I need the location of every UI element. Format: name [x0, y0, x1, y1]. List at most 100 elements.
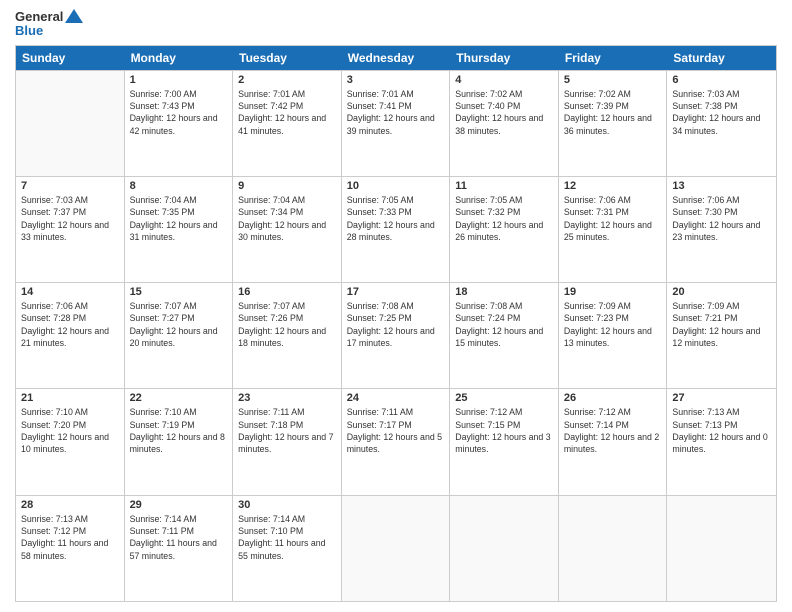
day-number: 22 [130, 392, 228, 404]
day-number: 28 [21, 499, 119, 511]
cell-info: Sunrise: 7:05 AMSunset: 7:32 PMDaylight:… [455, 194, 553, 243]
calendar-body: 1 Sunrise: 7:00 AMSunset: 7:43 PMDayligh… [16, 70, 776, 601]
cal-cell [667, 496, 776, 601]
day-number: 13 [672, 180, 771, 192]
day-number: 8 [130, 180, 228, 192]
page: General Blue SundayMondayTuesdayWednesda… [0, 0, 792, 612]
cal-cell [342, 496, 451, 601]
day-number: 12 [564, 180, 662, 192]
day-number: 23 [238, 392, 336, 404]
day-number: 10 [347, 180, 445, 192]
cal-week-1: 7 Sunrise: 7:03 AMSunset: 7:37 PMDayligh… [16, 176, 776, 282]
cell-info: Sunrise: 7:09 AMSunset: 7:23 PMDaylight:… [564, 300, 662, 349]
day-number: 7 [21, 180, 119, 192]
cal-week-2: 14 Sunrise: 7:06 AMSunset: 7:28 PMDaylig… [16, 282, 776, 388]
cell-info: Sunrise: 7:04 AMSunset: 7:34 PMDaylight:… [238, 194, 336, 243]
cal-cell: 19 Sunrise: 7:09 AMSunset: 7:23 PMDaylig… [559, 283, 668, 388]
cell-info: Sunrise: 7:06 AMSunset: 7:30 PMDaylight:… [672, 194, 771, 243]
header-day-thursday: Thursday [450, 46, 559, 70]
logo-icon [65, 9, 83, 23]
cell-info: Sunrise: 7:01 AMSunset: 7:41 PMDaylight:… [347, 88, 445, 137]
cell-info: Sunrise: 7:09 AMSunset: 7:21 PMDaylight:… [672, 300, 771, 349]
day-number: 1 [130, 74, 228, 86]
cal-cell: 3 Sunrise: 7:01 AMSunset: 7:41 PMDayligh… [342, 71, 451, 176]
cell-info: Sunrise: 7:08 AMSunset: 7:25 PMDaylight:… [347, 300, 445, 349]
cell-info: Sunrise: 7:07 AMSunset: 7:27 PMDaylight:… [130, 300, 228, 349]
cal-cell: 20 Sunrise: 7:09 AMSunset: 7:21 PMDaylig… [667, 283, 776, 388]
cell-info: Sunrise: 7:04 AMSunset: 7:35 PMDaylight:… [130, 194, 228, 243]
cell-info: Sunrise: 7:11 AMSunset: 7:18 PMDaylight:… [238, 406, 336, 455]
cal-cell: 21 Sunrise: 7:10 AMSunset: 7:20 PMDaylig… [16, 389, 125, 494]
cal-cell: 4 Sunrise: 7:02 AMSunset: 7:40 PMDayligh… [450, 71, 559, 176]
cal-cell: 17 Sunrise: 7:08 AMSunset: 7:25 PMDaylig… [342, 283, 451, 388]
day-number: 17 [347, 286, 445, 298]
day-number: 24 [347, 392, 445, 404]
day-number: 11 [455, 180, 553, 192]
cell-info: Sunrise: 7:13 AMSunset: 7:13 PMDaylight:… [672, 406, 771, 455]
cal-cell: 25 Sunrise: 7:12 AMSunset: 7:15 PMDaylig… [450, 389, 559, 494]
cell-info: Sunrise: 7:05 AMSunset: 7:33 PMDaylight:… [347, 194, 445, 243]
cell-info: Sunrise: 7:03 AMSunset: 7:38 PMDaylight:… [672, 88, 771, 137]
day-number: 18 [455, 286, 553, 298]
cal-cell: 12 Sunrise: 7:06 AMSunset: 7:31 PMDaylig… [559, 177, 668, 282]
header: General Blue [15, 10, 777, 39]
cell-info: Sunrise: 7:14 AMSunset: 7:10 PMDaylight:… [238, 513, 336, 562]
day-number: 3 [347, 74, 445, 86]
cell-info: Sunrise: 7:06 AMSunset: 7:31 PMDaylight:… [564, 194, 662, 243]
cal-cell: 18 Sunrise: 7:08 AMSunset: 7:24 PMDaylig… [450, 283, 559, 388]
cell-info: Sunrise: 7:12 AMSunset: 7:15 PMDaylight:… [455, 406, 553, 455]
cal-cell: 1 Sunrise: 7:00 AMSunset: 7:43 PMDayligh… [125, 71, 234, 176]
cell-info: Sunrise: 7:07 AMSunset: 7:26 PMDaylight:… [238, 300, 336, 349]
cal-cell: 22 Sunrise: 7:10 AMSunset: 7:19 PMDaylig… [125, 389, 234, 494]
header-day-saturday: Saturday [667, 46, 776, 70]
cal-cell: 11 Sunrise: 7:05 AMSunset: 7:32 PMDaylig… [450, 177, 559, 282]
cal-cell: 30 Sunrise: 7:14 AMSunset: 7:10 PMDaylig… [233, 496, 342, 601]
cal-cell: 2 Sunrise: 7:01 AMSunset: 7:42 PMDayligh… [233, 71, 342, 176]
day-number: 27 [672, 392, 771, 404]
cal-cell: 10 Sunrise: 7:05 AMSunset: 7:33 PMDaylig… [342, 177, 451, 282]
logo: General Blue [15, 10, 83, 39]
day-number: 29 [130, 499, 228, 511]
cell-info: Sunrise: 7:03 AMSunset: 7:37 PMDaylight:… [21, 194, 119, 243]
day-number: 15 [130, 286, 228, 298]
cal-cell: 5 Sunrise: 7:02 AMSunset: 7:39 PMDayligh… [559, 71, 668, 176]
day-number: 26 [564, 392, 662, 404]
day-number: 30 [238, 499, 336, 511]
cell-info: Sunrise: 7:06 AMSunset: 7:28 PMDaylight:… [21, 300, 119, 349]
cell-info: Sunrise: 7:02 AMSunset: 7:40 PMDaylight:… [455, 88, 553, 137]
day-number: 16 [238, 286, 336, 298]
cal-cell: 14 Sunrise: 7:06 AMSunset: 7:28 PMDaylig… [16, 283, 125, 388]
cell-info: Sunrise: 7:08 AMSunset: 7:24 PMDaylight:… [455, 300, 553, 349]
day-number: 14 [21, 286, 119, 298]
cal-cell: 8 Sunrise: 7:04 AMSunset: 7:35 PMDayligh… [125, 177, 234, 282]
cal-cell: 28 Sunrise: 7:13 AMSunset: 7:12 PMDaylig… [16, 496, 125, 601]
cal-cell: 16 Sunrise: 7:07 AMSunset: 7:26 PMDaylig… [233, 283, 342, 388]
cal-week-4: 28 Sunrise: 7:13 AMSunset: 7:12 PMDaylig… [16, 495, 776, 601]
cal-cell [450, 496, 559, 601]
cell-info: Sunrise: 7:13 AMSunset: 7:12 PMDaylight:… [21, 513, 119, 562]
cell-info: Sunrise: 7:14 AMSunset: 7:11 PMDaylight:… [130, 513, 228, 562]
cal-cell: 27 Sunrise: 7:13 AMSunset: 7:13 PMDaylig… [667, 389, 776, 494]
calendar: SundayMondayTuesdayWednesdayThursdayFrid… [15, 45, 777, 602]
cell-info: Sunrise: 7:10 AMSunset: 7:20 PMDaylight:… [21, 406, 119, 455]
day-number: 5 [564, 74, 662, 86]
cal-cell: 13 Sunrise: 7:06 AMSunset: 7:30 PMDaylig… [667, 177, 776, 282]
cell-info: Sunrise: 7:11 AMSunset: 7:17 PMDaylight:… [347, 406, 445, 455]
cal-cell [16, 71, 125, 176]
header-day-monday: Monday [125, 46, 234, 70]
day-number: 2 [238, 74, 336, 86]
cell-info: Sunrise: 7:12 AMSunset: 7:14 PMDaylight:… [564, 406, 662, 455]
cal-week-3: 21 Sunrise: 7:10 AMSunset: 7:20 PMDaylig… [16, 388, 776, 494]
cal-cell: 23 Sunrise: 7:11 AMSunset: 7:18 PMDaylig… [233, 389, 342, 494]
day-number: 19 [564, 286, 662, 298]
cal-cell: 9 Sunrise: 7:04 AMSunset: 7:34 PMDayligh… [233, 177, 342, 282]
header-day-wednesday: Wednesday [342, 46, 451, 70]
day-number: 20 [672, 286, 771, 298]
day-number: 9 [238, 180, 336, 192]
header-day-friday: Friday [559, 46, 668, 70]
cell-info: Sunrise: 7:00 AMSunset: 7:43 PMDaylight:… [130, 88, 228, 137]
cal-cell: 24 Sunrise: 7:11 AMSunset: 7:17 PMDaylig… [342, 389, 451, 494]
day-number: 21 [21, 392, 119, 404]
cal-cell: 7 Sunrise: 7:03 AMSunset: 7:37 PMDayligh… [16, 177, 125, 282]
cal-cell: 6 Sunrise: 7:03 AMSunset: 7:38 PMDayligh… [667, 71, 776, 176]
